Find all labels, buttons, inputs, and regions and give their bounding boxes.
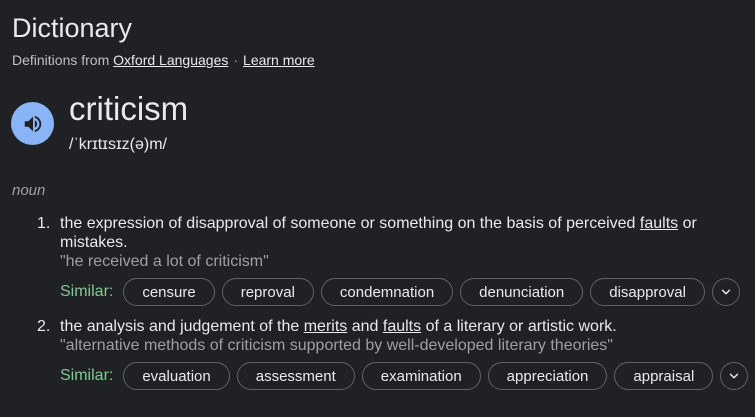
phonetic-transcription: /ˈkrɪtɪsɪz(ə)m/: [69, 136, 167, 153]
definition-text: of a literary or artistic work.: [421, 318, 617, 335]
similar-chip[interactable]: censure: [123, 278, 215, 306]
dictionary-title: Dictionary: [12, 13, 133, 43]
similar-chip[interactable]: assessment: [236, 362, 355, 390]
similar-chip[interactable]: condemnation: [320, 278, 454, 306]
similar-chip[interactable]: appraisal: [614, 362, 714, 390]
expand-similar-button[interactable]: [720, 362, 749, 390]
source-line: Definitions from Oxford Languages · Learn …: [12, 51, 315, 69]
similar-label: Similar:: [60, 367, 114, 384]
similar-chip[interactable]: examination: [361, 362, 481, 390]
definition-text: and: [347, 318, 383, 335]
similar-chip[interactable]: evaluation: [123, 362, 230, 390]
similar-chip[interactable]: appreciation: [487, 362, 608, 390]
similar-chip[interactable]: disapproval: [590, 278, 705, 306]
chevron-down-icon: [721, 289, 731, 295]
separator: ·: [233, 52, 239, 68]
learn-more-link[interactable]: Learn more: [243, 52, 315, 68]
similar-row-2: Similar: evaluation assessment examinati…: [60, 361, 749, 391]
source-prefix: Definitions from: [12, 52, 110, 68]
definition-text: the expression of disapproval of someone…: [60, 215, 640, 232]
similar-label: Similar:: [60, 283, 114, 300]
similar-chip[interactable]: denunciation: [460, 278, 584, 306]
definition-2: the analysis and judgement of the merits…: [60, 317, 750, 336]
similar-row-1: Similar: censure reproval condemnation d…: [60, 277, 740, 307]
chevron-down-icon: [730, 373, 739, 379]
oxford-languages-link[interactable]: Oxford Languages: [113, 52, 228, 68]
example-1: "he received a lot of criticism": [60, 253, 269, 270]
pronunciation-button[interactable]: [11, 102, 54, 145]
faults-link[interactable]: faults: [640, 215, 678, 232]
similar-chip[interactable]: reproval: [221, 278, 314, 306]
speaker-icon: [24, 115, 41, 132]
merits-link[interactable]: merits: [304, 318, 348, 335]
definition-1: the expression of disapproval of someone…: [60, 214, 750, 252]
definition-text: the analysis and judgement of the: [60, 318, 304, 335]
sense-number: 1.: [37, 215, 51, 232]
sense-number: 2.: [37, 318, 51, 335]
example-2: "alternative methods of criticism suppor…: [60, 337, 613, 354]
expand-similar-button[interactable]: [711, 278, 740, 306]
part-of-speech: noun: [12, 182, 46, 199]
headword: criticism: [69, 90, 189, 127]
faults-link[interactable]: faults: [383, 318, 421, 335]
